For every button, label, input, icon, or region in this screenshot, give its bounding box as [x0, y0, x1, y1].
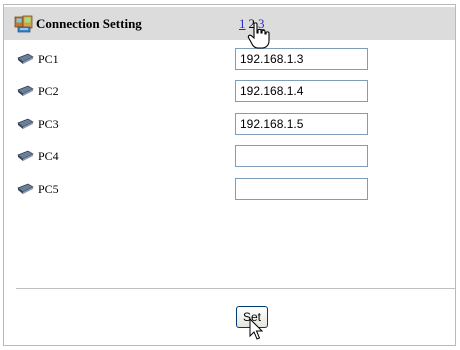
pc-label: PC4	[38, 149, 59, 163]
set-button[interactable]: Set	[236, 306, 268, 328]
page-selector: 123	[239, 16, 268, 32]
pc2-address-input[interactable]	[235, 80, 368, 102]
pc4-address-input[interactable]	[235, 145, 368, 167]
pc-row-4: PC4	[16, 145, 456, 167]
pc-label: PC5	[38, 182, 59, 196]
laptop-icon	[17, 150, 34, 161]
pc-label: PC3	[38, 117, 59, 131]
pc-row-2: PC2	[16, 80, 456, 102]
page-title: Connection Setting	[36, 16, 142, 31]
laptop-icon	[17, 53, 34, 64]
panel-header: Connection Setting 123	[4, 7, 455, 40]
laptop-icon	[17, 85, 34, 96]
page-link-1[interactable]: 1	[239, 16, 246, 31]
pc-row-3: PC3	[16, 113, 456, 135]
divider	[16, 288, 456, 289]
pc-row-1: PC1	[16, 48, 456, 70]
pc5-address-input[interactable]	[235, 178, 368, 200]
laptop-icon	[17, 118, 34, 129]
laptop-icon	[17, 183, 34, 194]
page-current-2: 2	[248, 16, 256, 31]
page-link-3[interactable]: 3	[258, 16, 265, 31]
pc1-address-input[interactable]	[235, 48, 368, 70]
pc3-address-input[interactable]	[235, 113, 368, 135]
pc-row-5: PC5	[16, 178, 456, 200]
network-computers-icon	[14, 15, 33, 33]
pc-label: PC2	[38, 84, 59, 98]
pc-label: PC1	[38, 52, 59, 66]
